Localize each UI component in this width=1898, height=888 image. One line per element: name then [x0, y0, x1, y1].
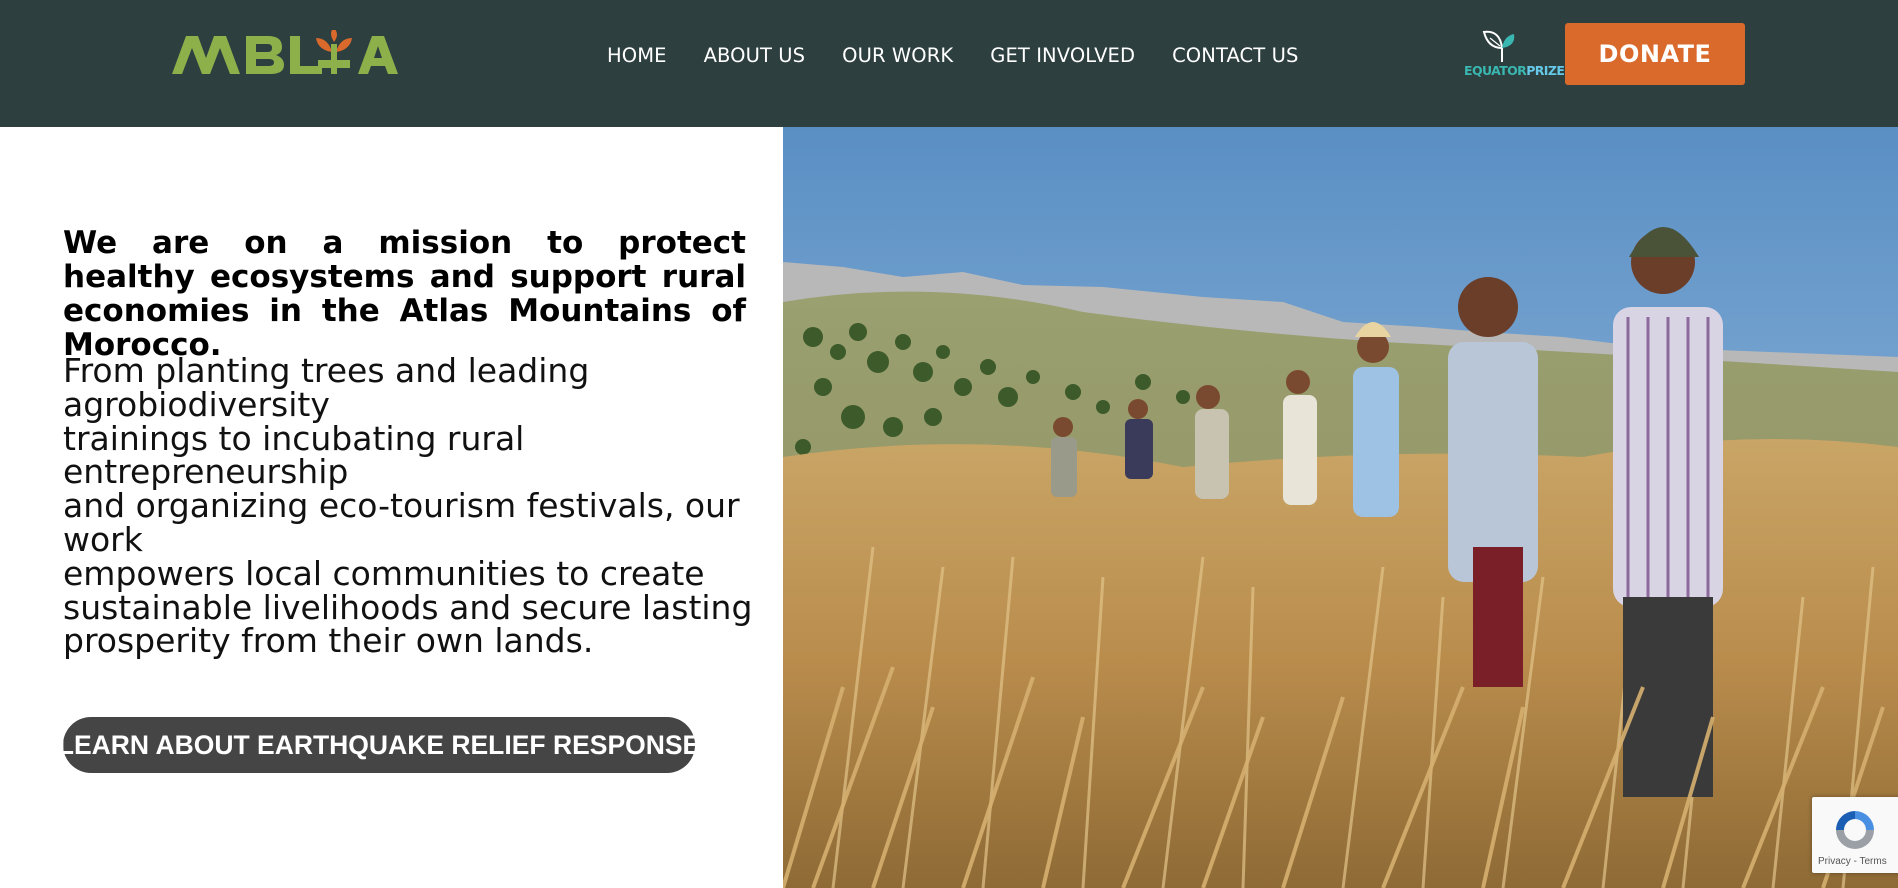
recaptcha-icon — [1836, 811, 1874, 849]
hero-body: From planting trees and leading agrobiod… — [63, 354, 763, 658]
nav-get-involved[interactable]: GET INVOLVED — [990, 44, 1135, 67]
hero-heading: We are on a mission to protect healthy e… — [63, 225, 746, 363]
hero-body-line: sustainable livelihoods and secure lasti… — [63, 587, 753, 627]
nav-about-us[interactable]: ABOUT US — [704, 44, 806, 67]
hero-body-line: prosperity from their own lands. — [63, 621, 594, 661]
main-nav: HOME ABOUT US OUR WORK GET INVOLVED CONT… — [607, 40, 1298, 70]
site-logo[interactable] — [168, 30, 402, 78]
recaptcha-links[interactable]: Privacy - Terms — [1818, 856, 1887, 867]
equator-prize-logo[interactable]: EQUATORPRIZE — [1464, 28, 1565, 82]
recaptcha-badge[interactable]: Privacy - Terms — [1812, 797, 1898, 873]
nav-contact-us[interactable]: CONTACT US — [1172, 44, 1298, 67]
hero-body-line: From planting trees and leading — [63, 351, 590, 390]
farmers-wheat-field-image — [783, 127, 1898, 888]
hero-image — [783, 127, 1898, 888]
hero-body-line: and organizing eco-tourism festivals, ou… — [63, 486, 740, 526]
equator-word: EQUATOR — [1464, 63, 1527, 78]
site-header: HOME ABOUT US OUR WORK GET INVOLVED CONT… — [0, 0, 1898, 127]
nav-our-work[interactable]: OUR WORK — [842, 44, 953, 67]
leaf-logo-icon — [172, 30, 398, 74]
nav-home[interactable]: HOME — [607, 44, 667, 67]
prize-word: PRIZE — [1526, 63, 1565, 78]
hero-body-line: empowers local communities to create — [63, 553, 705, 593]
hero-body-line: trainings to incubating rural — [63, 418, 525, 458]
equator-leaf-icon — [1482, 30, 1515, 62]
hero-body-line: agrobiodiversity — [63, 384, 330, 424]
equator-prize-text: EQUATORPRIZE — [1464, 62, 1565, 80]
donate-button[interactable]: DONATE — [1565, 23, 1745, 85]
hero-body-line: entrepreneurship — [63, 452, 349, 492]
earthquake-relief-button[interactable]: LEARN ABOUT EARTHQUAKE RELIEF RESPONSE — [58, 717, 700, 773]
hero-body-line: work — [63, 519, 143, 559]
